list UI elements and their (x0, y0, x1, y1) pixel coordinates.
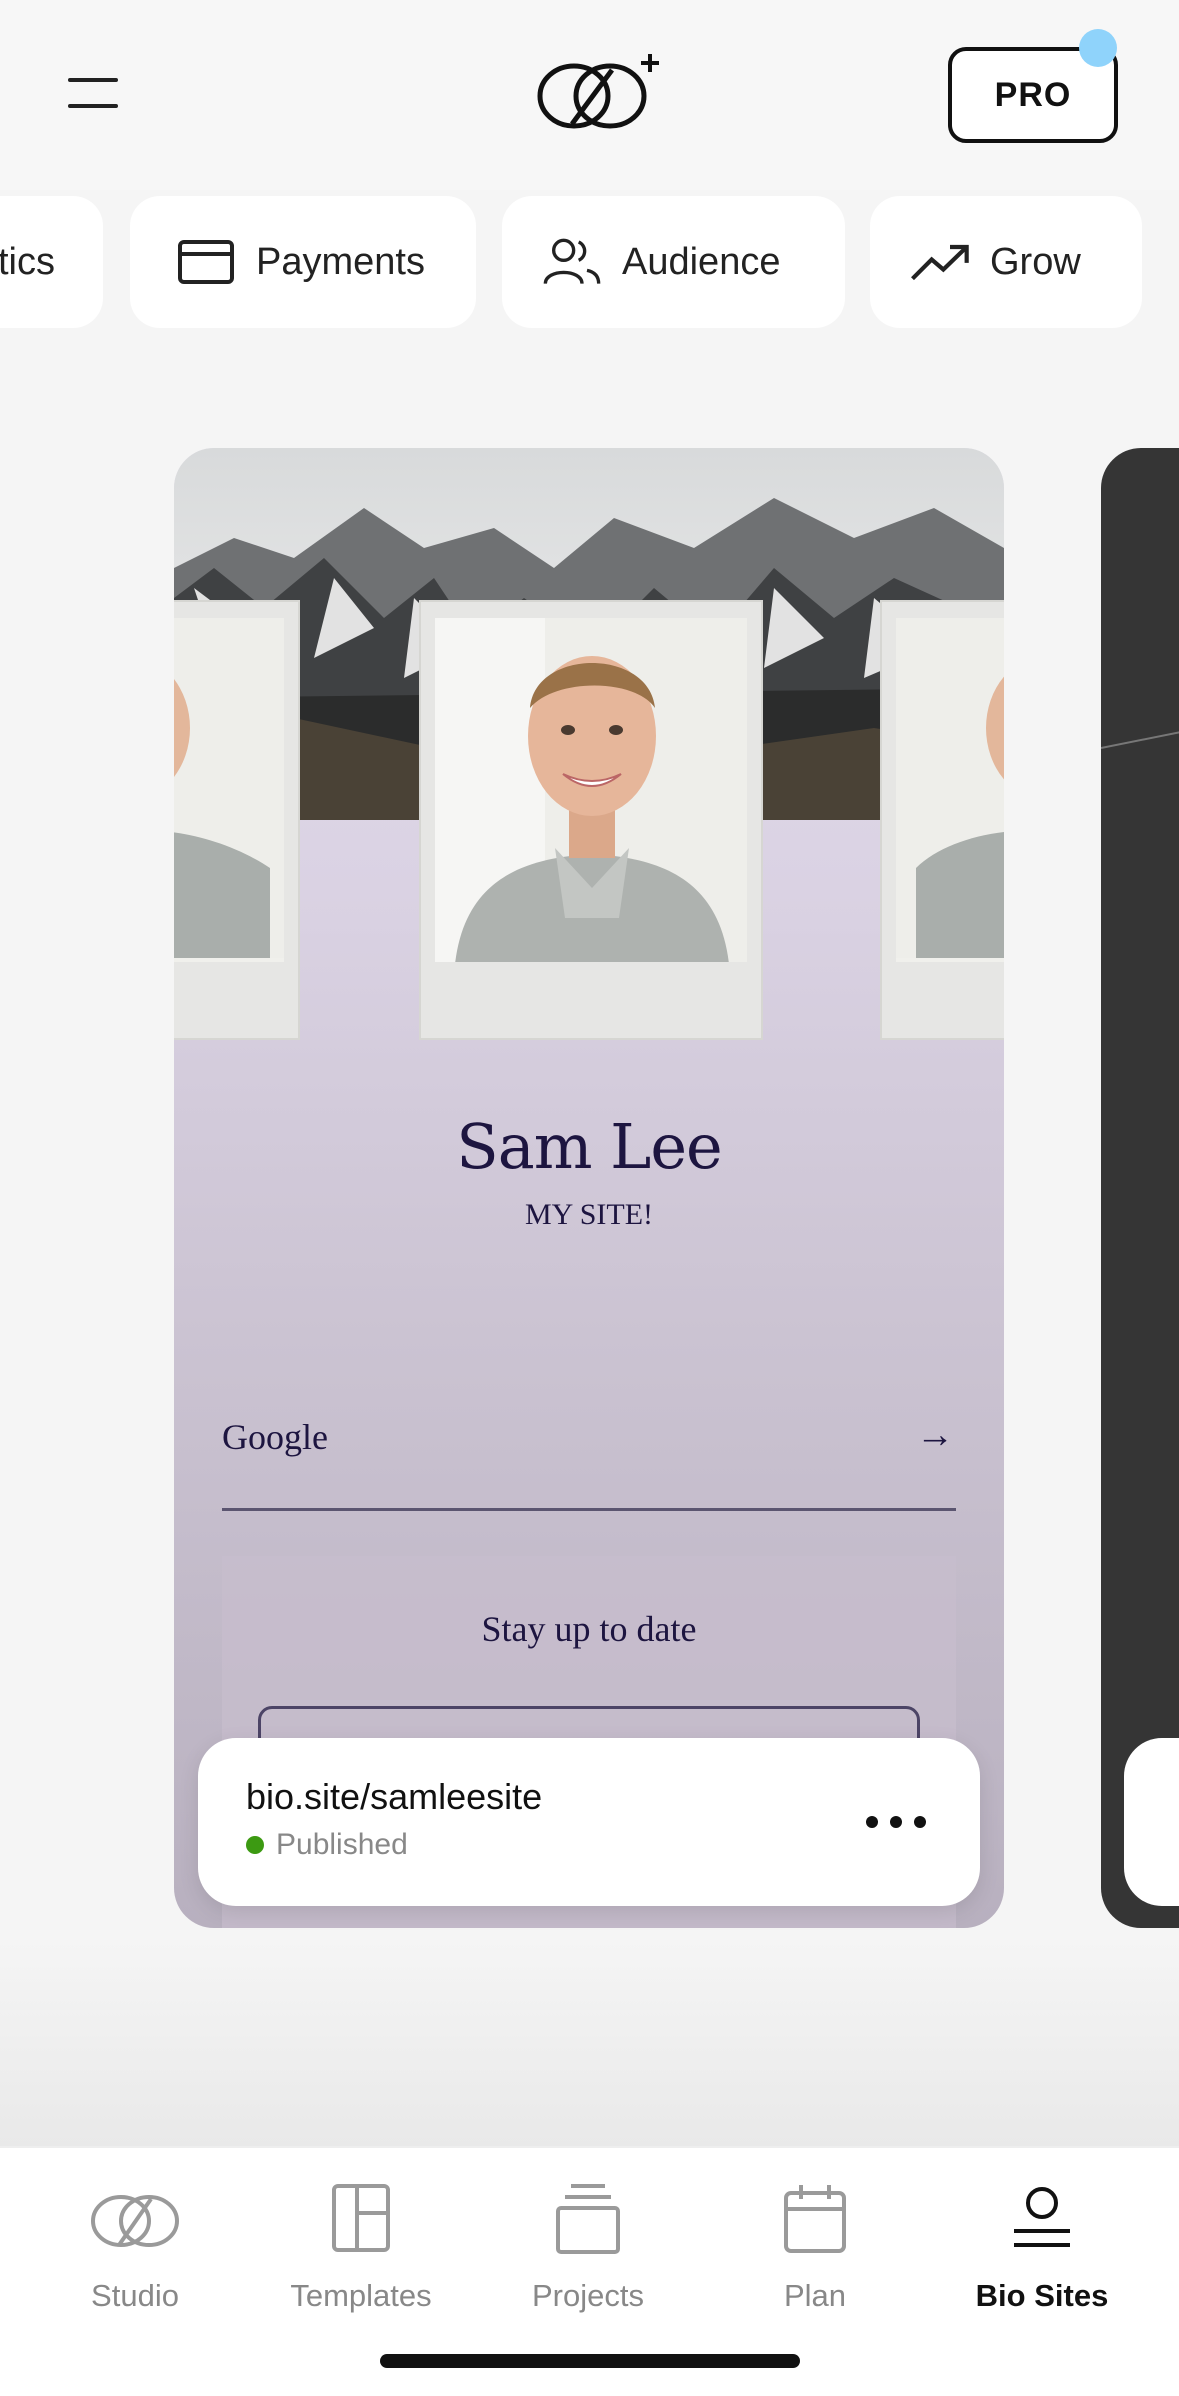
bio-sites-icon (992, 2178, 1092, 2258)
notification-dot (1079, 29, 1117, 67)
chip-label: Payments (256, 240, 425, 283)
credit-card-icon (176, 232, 236, 292)
users-icon (542, 232, 602, 292)
trending-up-icon (910, 232, 970, 292)
chip-label: Audience (622, 240, 781, 283)
bottom-shade (0, 1940, 1179, 2146)
tab-projects[interactable]: Projects (475, 2178, 701, 2318)
portrait-photo-left (174, 600, 300, 1040)
link-google-label: Google (222, 1417, 328, 1457)
site-status: Published (276, 1828, 408, 1861)
site-owner-name: Sam Lee (456, 1110, 723, 1183)
chip-grow[interactable]: Grow (870, 196, 1142, 328)
chip-analytics[interactable]: tics (0, 196, 103, 328)
chip-label: Grow (990, 240, 1081, 283)
tab-label: Templates (290, 2278, 432, 2313)
chip-label: tics (0, 240, 55, 283)
chip-payments[interactable]: Payments (130, 196, 476, 328)
arrow-right-icon: → (916, 1414, 954, 1456)
home-indicator (380, 2354, 800, 2368)
tab-label: Projects (532, 2278, 644, 2313)
site-url-pill[interactable]: bio.site/samleesite Published (198, 1738, 980, 1906)
app-logo-icon (537, 54, 659, 129)
top-header: PRO (0, 0, 1179, 190)
tab-label: Bio Sites (975, 2278, 1109, 2313)
calendar-icon (765, 2178, 865, 2258)
next-site-url-pill[interactable] (1124, 1738, 1179, 1906)
tab-plan[interactable]: Plan (702, 2178, 928, 2318)
tab-templates[interactable]: Templates (248, 2178, 474, 2318)
menu-icon[interactable] (62, 68, 128, 120)
bio-site-preview-card[interactable]: Sam Lee MY SITE! Google → Stay up to dat… (174, 448, 1004, 1928)
tab-label: Plan (783, 2278, 847, 2313)
tab-studio[interactable]: Studio (22, 2178, 248, 2318)
chip-audience[interactable]: Audience (502, 196, 845, 328)
tab-bio-sites[interactable]: Bio Sites (929, 2178, 1155, 2318)
feature-chips: tics Payments Audience Grow (0, 196, 1179, 330)
studio-icon (85, 2178, 185, 2258)
signup-title: Stay up to date (481, 1609, 697, 1649)
link-divider (222, 1508, 956, 1511)
projects-icon (538, 2178, 638, 2258)
next-site-card[interactable] (1101, 448, 1179, 1928)
templates-icon (311, 2178, 411, 2258)
portrait-photo-right (880, 600, 1004, 1040)
more-options-icon[interactable] (866, 1804, 926, 1840)
tab-label: Studio (91, 2278, 179, 2313)
site-url: bio.site/samleesite (246, 1776, 543, 1817)
portrait-photo-main (419, 600, 763, 1040)
site-subtitle: MY SITE! (524, 1198, 654, 1231)
published-status-dot (246, 1836, 264, 1854)
